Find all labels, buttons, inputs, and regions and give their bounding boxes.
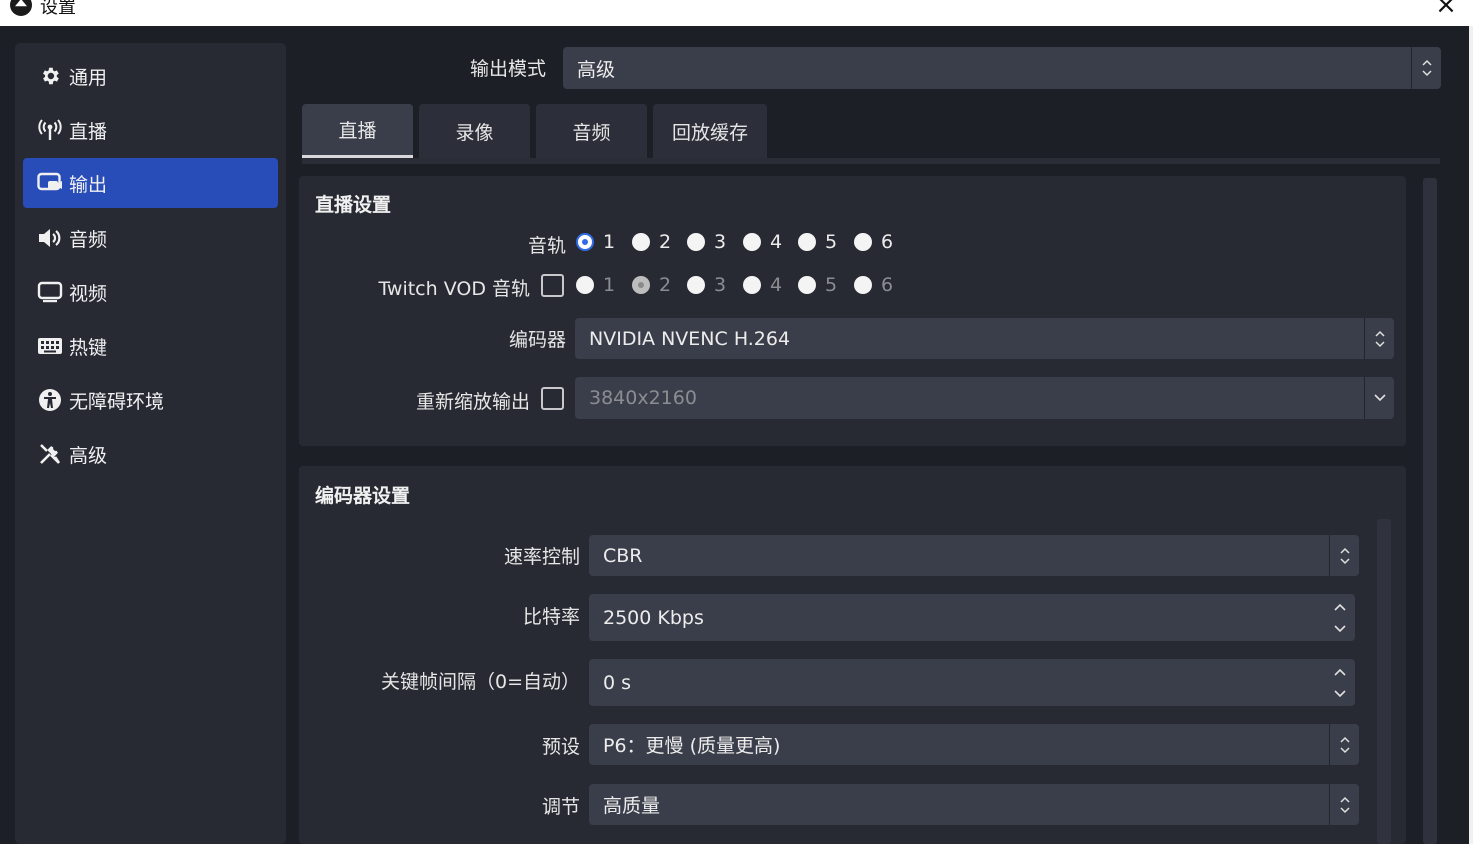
updown-arrows-icon <box>1329 535 1359 576</box>
bitrate-value: 2500 Kbps <box>603 606 704 629</box>
audio-track-label: 音轨 <box>527 235 566 257</box>
audio-track-radio-5[interactable] <box>798 233 816 251</box>
tuning-label: 调节 <box>541 796 580 818</box>
bitrate-spinbox[interactable]: 2500 Kbps <box>589 594 1355 641</box>
twitch-vod-radio-2[interactable] <box>632 276 650 294</box>
bitrate-label: 比特率 <box>522 606 580 628</box>
twitch-vod-radio-label: 2 <box>659 274 672 296</box>
encoder-settings-scrollbar[interactable] <box>1377 519 1391 844</box>
sidebar-item-accessibility[interactable]: 无障碍环境 <box>23 375 278 425</box>
sidebar-item-label: 通用 <box>69 66 108 89</box>
twitch-vod-radio-label: 6 <box>881 274 894 296</box>
audio-track-radio-label: 5 <box>825 231 838 253</box>
tab-audio[interactable]: 音频 <box>536 104 647 158</box>
twitch-vod-radio-6[interactable] <box>854 276 872 294</box>
twitch-vod-radio-label: 3 <box>714 274 727 296</box>
encoder-value: NVIDIA NVENC H.264 <box>589 327 791 350</box>
preset-label: 预设 <box>541 736 580 758</box>
encoder-select[interactable]: NVIDIA NVENC H.264 <box>575 318 1394 359</box>
rescale-resolution-select[interactable]: 3840x2160 <box>575 377 1394 419</box>
rescale-output-label: 重新缩放输出 <box>415 391 530 413</box>
sidebar-item-advanced[interactable]: 高级 <box>23 429 278 479</box>
obs-logo-icon <box>10 0 32 16</box>
sidebar-item-general[interactable]: 通用 <box>23 51 278 101</box>
updown-arrows-icon <box>1329 724 1359 765</box>
rate-control-value: CBR <box>603 544 643 567</box>
rate-control-select[interactable]: CBR <box>589 535 1359 576</box>
tuning-select[interactable]: 高质量 <box>589 784 1359 825</box>
preset-value: P6：更慢 (质量更高) <box>603 735 781 757</box>
encoder-settings-title: 编码器设置 <box>315 485 411 507</box>
audio-track-radio-label: 2 <box>659 231 672 253</box>
output-mode-select[interactable]: 高级 <box>563 47 1441 89</box>
keyframe-interval-value: 0 s <box>603 671 632 694</box>
audio-track-radio-label: 6 <box>881 231 894 253</box>
window-title: 设置 <box>40 0 76 18</box>
audio-track-radio-label: 3 <box>714 231 727 253</box>
twitch-vod-label: Twitch VOD 音轨 <box>378 278 530 300</box>
speaker-icon <box>37 225 63 251</box>
updown-arrows-icon <box>1364 318 1394 359</box>
output-mode-value: 高级 <box>577 58 616 81</box>
spin-arrows-icon[interactable] <box>1325 594 1355 641</box>
twitch-vod-checkbox[interactable] <box>541 274 564 297</box>
tab-divider <box>302 158 1440 164</box>
encoder-label: 编码器 <box>508 329 566 351</box>
output-icon <box>37 170 63 196</box>
gear-icon <box>37 63 63 89</box>
sidebar-item-hotkeys[interactable]: 热键 <box>23 321 278 371</box>
title-bar: 设置 × <box>0 0 1473 26</box>
audio-track-radio-label: 1 <box>603 231 616 253</box>
sidebar-item-audio[interactable]: 音频 <box>23 213 278 263</box>
twitch-vod-radio-label: 1 <box>603 274 616 296</box>
audio-track-radio-1[interactable] <box>576 233 594 251</box>
sidebar-item-label: 高级 <box>69 444 108 467</box>
sidebar-item-label: 热键 <box>69 336 108 359</box>
audio-track-radio-2[interactable] <box>632 233 650 251</box>
sidebar-item-output[interactable]: 输出 <box>23 158 278 208</box>
updown-arrows-icon <box>1411 47 1441 89</box>
sidebar-item-label: 无障碍环境 <box>69 390 165 413</box>
rescale-output-checkbox[interactable] <box>541 387 564 410</box>
audio-track-radio-4[interactable] <box>743 233 761 251</box>
window-edge <box>1469 26 1473 844</box>
rate-control-label: 速率控制 <box>503 546 580 568</box>
tab-replay-buffer[interactable]: 回放缓存 <box>653 104 767 158</box>
rescale-resolution-value: 3840x2160 <box>589 387 697 409</box>
keyframe-interval-label: 关键帧间隔（0=自动） <box>380 671 580 693</box>
keyframe-interval-spinbox[interactable]: 0 s <box>589 659 1355 706</box>
twitch-vod-radio-label: 5 <box>825 274 838 296</box>
sidebar-item-label: 输出 <box>69 173 108 196</box>
audio-track-radio-6[interactable] <box>854 233 872 251</box>
accessibility-icon <box>37 387 63 413</box>
updown-arrows-icon <box>1329 784 1359 825</box>
audio-track-radio-3[interactable] <box>687 233 705 251</box>
keyboard-icon <box>37 333 63 359</box>
spin-arrows-icon[interactable] <box>1325 659 1355 706</box>
sidebar-item-label: 音频 <box>69 228 108 251</box>
twitch-vod-radio-3[interactable] <box>687 276 705 294</box>
twitch-vod-radio-1[interactable] <box>576 276 594 294</box>
sidebar-item-stream[interactable]: 直播 <box>23 105 278 155</box>
tools-icon <box>37 441 63 467</box>
outer-scrollbar[interactable] <box>1423 178 1437 844</box>
tab-recording[interactable]: 录像 <box>419 104 530 158</box>
stream-settings-title: 直播设置 <box>315 194 392 216</box>
antenna-icon <box>37 117 63 143</box>
output-mode-label: 输出模式 <box>470 58 547 80</box>
sidebar-item-label: 视频 <box>69 282 108 305</box>
close-icon[interactable]: × <box>1435 0 1457 18</box>
sidebar-item-video[interactable]: 视频 <box>23 267 278 317</box>
audio-track-radio-label: 4 <box>770 231 783 253</box>
sidebar-item-label: 直播 <box>69 120 108 143</box>
tab-stream[interactable]: 直播 <box>302 104 413 158</box>
preset-select[interactable]: P6：更慢 (质量更高) <box>589 724 1359 765</box>
sidebar: 通用 直播 输出 音频 视频 热键 无障碍环境 高级 <box>15 43 286 844</box>
twitch-vod-radio-4[interactable] <box>743 276 761 294</box>
monitor-icon <box>37 279 63 305</box>
twitch-vod-radio-label: 4 <box>770 274 783 296</box>
chevron-down-icon <box>1364 377 1394 419</box>
tuning-value: 高质量 <box>603 795 661 817</box>
twitch-vod-radio-5[interactable] <box>798 276 816 294</box>
